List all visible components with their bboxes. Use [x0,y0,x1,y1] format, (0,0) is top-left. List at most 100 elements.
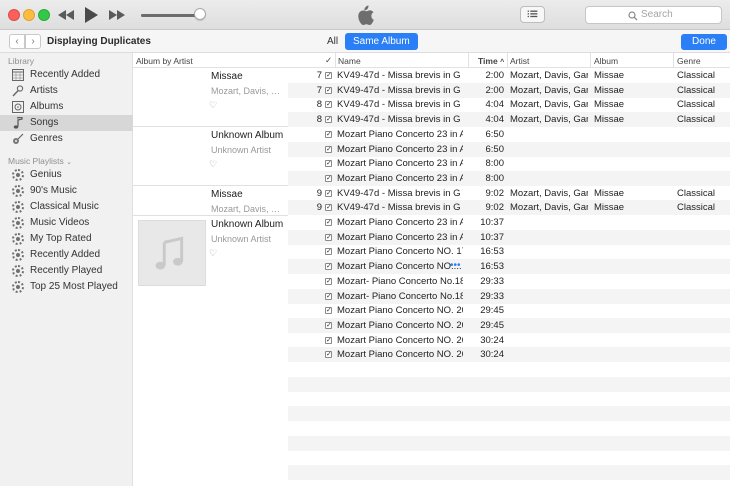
column-header-album[interactable]: Album [594,56,618,66]
album-artist: Mozart, Davis, Gar... [211,204,285,214]
table-row[interactable]: ✓ Mozart Piano Concerto 23 in A-... 6:50 [288,141,730,157]
track-time-cell: 4:04 [485,114,505,126]
sidebar-item-artists[interactable]: Artists [0,83,133,99]
track-number-cell: 7 [316,70,322,81]
table-row[interactable]: ✓ 9 KV49-47d - Missa brevis in G - 9:02 Moza… [288,200,730,216]
table-row[interactable]: ✓ 7 KV49-47d - Missa brevis in G - 2:00 Moza… [288,82,730,98]
sidebar-item-recently-played[interactable]: Recently Played [0,263,133,279]
sidebar-item-label: Artists [30,85,58,96]
page-title: Displaying Duplicates [47,36,151,47]
track-checkbox[interactable]: ✓ [325,263,332,271]
track-checkbox[interactable]: ✓ [325,204,332,212]
table-row[interactable]: ✓ Mozart Piano Concerto NO.... 16:53 ••• [288,259,730,275]
sidebar-item-classical-music[interactable]: Classical Music [0,199,133,215]
table-row[interactable]: ✓ Mozart Piano Concerto 23 in A-... 10:37 [288,215,730,230]
track-checkbox[interactable]: ✓ [325,233,332,241]
heart-icon[interactable]: ♡ [209,159,217,170]
table-row[interactable]: ✓ Mozart Piano Concerto NO. 20 i... 29:45 [288,303,730,318]
list-view-button[interactable] [520,6,545,23]
table-row[interactable]: ✓ Mozart Piano Concerto NO. 17... 16:53 [288,244,730,259]
column-header-genre[interactable]: Genre [677,56,701,66]
table-row[interactable]: ✓ Mozart Piano Concerto 23 in A-... 6:50 [288,127,730,142]
sidebar-item-genius[interactable]: Genius [0,167,133,183]
table-row[interactable]: ✓ Mozart Piano Concerto NO. 26 i... 30:24 [288,333,730,348]
search-field[interactable] [585,6,722,24]
more-options-icon[interactable]: ••• [450,260,461,271]
album-group[interactable]: Missae Mozart, Davis, Gar... ♡ [133,68,288,127]
track-checkbox[interactable]: ✓ [325,174,332,182]
segment-same-album[interactable]: Same Album [345,33,418,50]
track-checkbox[interactable]: ✓ [325,130,332,138]
track-checkbox[interactable]: ✓ [325,86,332,94]
done-button[interactable]: Done [681,34,727,50]
sidebar-item-top-25-most-played[interactable]: Top 25 Most Played [0,279,133,295]
table-row[interactable]: ✓ 9 KV49-47d - Missa brevis in G - 9:02 Moza… [288,186,730,201]
fast-forward-icon[interactable] [108,6,126,24]
album-by-artist-header-label: Album by Artist [136,56,193,66]
table-row[interactable]: ✓ Mozart Piano Concerto NO. 20 i... 29:45 [288,317,730,333]
track-checkbox[interactable]: ✓ [325,116,332,124]
table-row[interactable]: ✓ Mozart- Piano Concerto No.18... 29:33 [288,288,730,304]
segment-all[interactable]: All [327,36,338,47]
track-number-cell: 7 [316,84,322,96]
forward-button[interactable]: › [25,34,41,49]
track-checkbox[interactable]: ✓ [325,189,332,197]
table-row[interactable]: ✓ Mozart Piano Concerto 23 in A-... 8:00 [288,156,730,171]
track-checkbox[interactable]: ✓ [325,277,332,285]
rewind-icon[interactable] [57,6,75,24]
sidebar-item-albums[interactable]: Albums [0,99,133,115]
column-header-time[interactable]: Time ^ [478,56,504,66]
minimize-window-button[interactable] [23,9,35,21]
table-row[interactable]: ✓ Mozart- Piano Concerto No.18... 29:33 [288,274,730,289]
table-row[interactable]: ✓ 8 KV49-47d - Missa brevis in G - 4:04 Moza… [288,97,730,112]
back-button[interactable]: ‹ [9,34,25,49]
track-time-cell: 2:00 [485,84,505,96]
track-checkbox[interactable]: ✓ [325,351,332,359]
sidebar-item-genres[interactable]: Genres [0,131,133,147]
track-time-cell: 9:02 [485,187,505,199]
table-row[interactable]: ✓ 8 KV49-47d - Missa brevis in G - 4:04 Moza… [288,112,730,128]
track-checkbox[interactable]: ✓ [325,160,332,168]
track-checkbox[interactable]: ✓ [325,292,332,300]
search-input[interactable] [641,9,717,20]
sidebar-item-label: Songs [30,117,59,128]
sidebar-item-90s-music[interactable]: 90's Music [0,183,133,199]
track-checkbox[interactable]: ✓ [325,248,332,256]
table-row[interactable]: ✓ 7 KV49-47d - Missa brevis in G - 2:00 Moza… [288,68,730,83]
album-group[interactable]: Missae Mozart, Davis, Gar... [133,186,288,216]
album-column-header[interactable]: Album by Artist [133,53,288,68]
sidebar-item-songs[interactable]: Songs [0,115,133,131]
play-icon[interactable] [82,5,100,25]
table-row[interactable]: ✓ Mozart Piano Concerto 23 in A-... 8:00 [288,170,730,186]
heart-icon[interactable]: ♡ [209,100,217,111]
album-group[interactable]: Unknown Album Unknown Artist ♡ [133,216,288,366]
track-checkbox[interactable]: ✓ [325,72,332,79]
track-checkbox[interactable]: ✓ [325,145,332,153]
sidebar-item-my-top-rated[interactable]: My Top Rated [0,231,133,247]
playlists-header[interactable]: Music Playlists ⌄ [8,156,72,166]
column-header-checked[interactable]: ✓ [325,55,332,66]
table-row[interactable]: ✓ Mozart Piano Concerto NO. 26 i... 30:24 [288,347,730,363]
track-time-cell: 29:45 [480,305,504,317]
close-window-button[interactable] [8,9,20,21]
table-row[interactable]: ✓ Mozart Piano Concerto 23 in A-... 10:37 [288,229,730,245]
track-checkbox[interactable]: ✓ [325,321,332,329]
track-checkbox[interactable]: ✓ [325,219,332,226]
sidebar-item-music-videos[interactable]: Music Videos [0,215,133,231]
track-checkbox[interactable]: ✓ [325,307,332,315]
heart-icon[interactable]: ♡ [209,248,217,259]
album-group[interactable]: Unknown Album Unknown Artist ♡ [133,127,288,186]
column-header-name[interactable]: Name [338,56,361,66]
volume-slider-knob[interactable] [193,8,206,20]
sidebar-item-recently-added-playlist[interactable]: Recently Added [0,247,133,263]
track-name-cell: KV49-47d - Missa brevis in G - [337,202,463,214]
track-checkbox[interactable]: ✓ [325,101,332,109]
track-checkbox[interactable]: ✓ [325,336,332,344]
sidebar-item-recently-added[interactable]: Recently Added [0,67,133,83]
sidebar: Library Recently Added Artists Albums So… [0,53,133,486]
zoom-window-button[interactable] [38,9,50,21]
sidebar-item-label: Top 25 Most Played [30,281,118,292]
track-genre-cell: Classical [677,84,716,96]
empty-row [288,406,730,422]
column-header-artist[interactable]: Artist [510,56,529,66]
